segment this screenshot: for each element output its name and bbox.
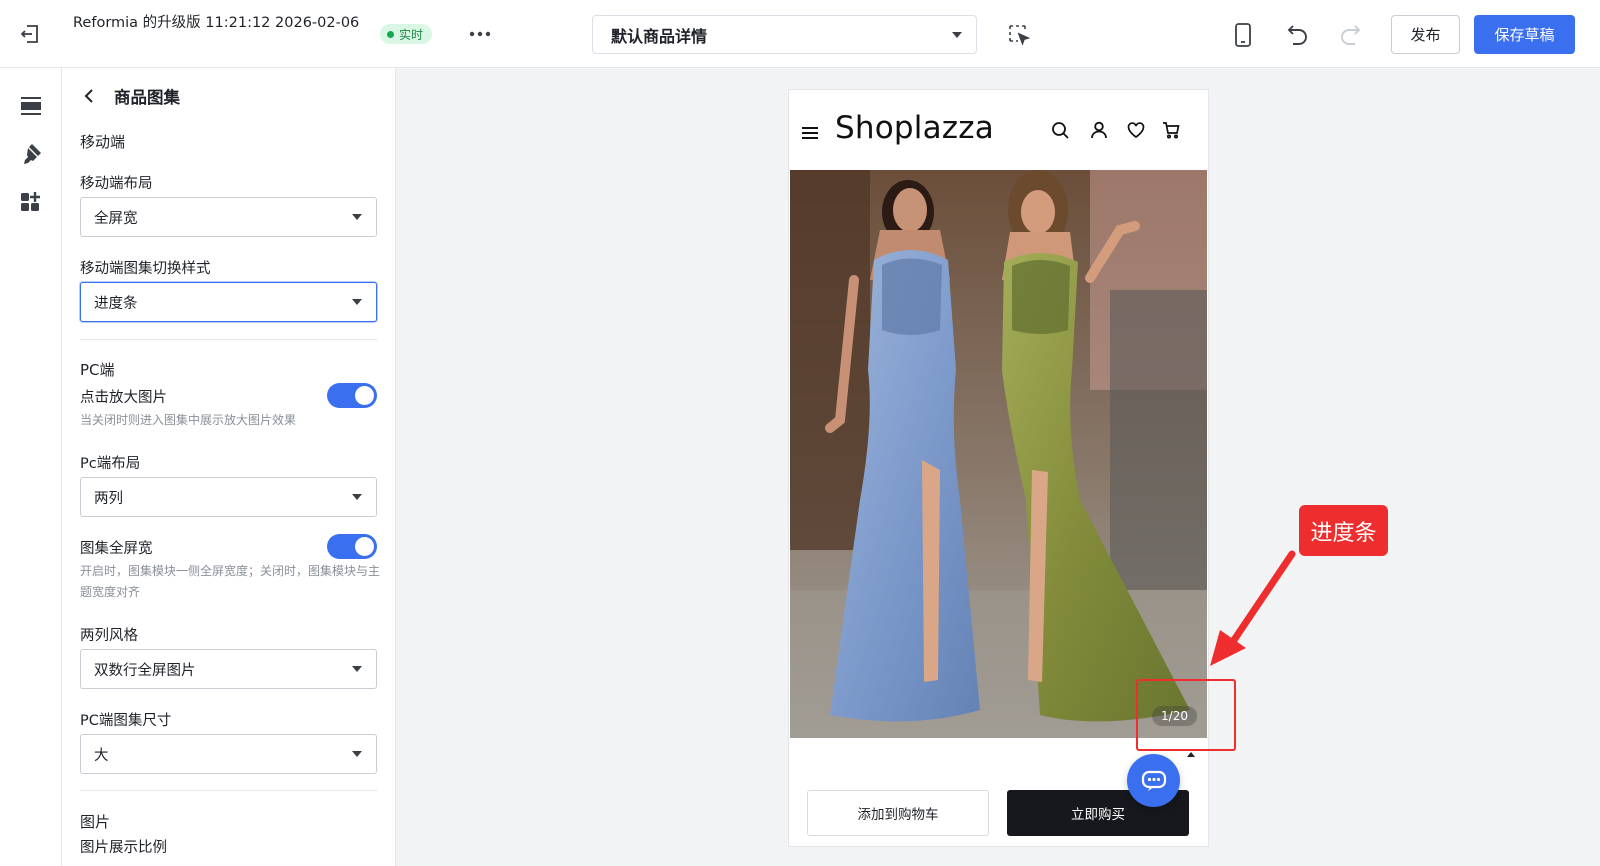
mobile-layout-value: 全屏宽 <box>94 210 138 227</box>
two-column-style-label: 两列风格 <box>80 628 138 644</box>
section-divider <box>80 339 377 340</box>
pc-gallery-size-label: PC端图集尺寸 <box>80 713 172 729</box>
save-draft-button[interactable]: 保存草稿 <box>1474 15 1575 54</box>
zoom-image-hint: 当关闭时则进入图集中展示放大图片效果 <box>80 413 297 427</box>
search-icon[interactable] <box>1050 120 1070 140</box>
theme-title: Reformia 的升级版 11:21:12 2026-02-06 <box>73 15 360 31</box>
element-select-icon[interactable] <box>1007 23 1031 47</box>
mobile-switch-style-value: 进度条 <box>94 295 138 312</box>
store-logo[interactable]: Shoplazza <box>835 110 994 146</box>
editor-icon-rail <box>0 68 62 866</box>
wishlist-heart-icon[interactable] <box>1126 120 1146 140</box>
annotation-highlight-box <box>1136 679 1236 751</box>
settings-panel: 商品图集 移动端 移动端布局 全屏宽 移动端图集切换样式 进度条 PC端 点击放… <box>62 68 396 866</box>
live-dot-icon <box>387 30 394 38</box>
chevron-down-icon <box>352 666 362 672</box>
more-options-icon[interactable] <box>467 22 493 46</box>
product-photo <box>790 170 1207 738</box>
zoom-image-toggle[interactable] <box>327 383 377 408</box>
apps-plugin-icon[interactable] <box>19 190 43 214</box>
scroll-top-icon[interactable] <box>1187 752 1195 757</box>
two-column-style-value: 双数行全屏图片 <box>94 662 196 679</box>
chevron-down-icon <box>352 494 362 500</box>
exit-editor-icon[interactable] <box>18 22 42 46</box>
mobile-device-icon[interactable] <box>1231 22 1255 48</box>
redo-icon[interactable] <box>1338 22 1364 48</box>
annotation-arrow-icon <box>1210 550 1296 666</box>
store-header: Shoplazza <box>789 90 1208 170</box>
two-column-style-select[interactable]: 双数行全屏图片 <box>80 649 377 689</box>
add-to-cart-button[interactable]: 添加到购物车 <box>807 790 989 836</box>
chevron-down-icon <box>352 214 362 220</box>
mobile-section-title: 移动端 <box>80 133 126 151</box>
pc-layout-label: Pc端布局 <box>80 456 141 472</box>
theme-style-brush-icon[interactable] <box>19 142 43 166</box>
undo-icon[interactable] <box>1284 22 1310 48</box>
chevron-down-icon <box>952 31 962 38</box>
pc-gallery-size-value: 大 <box>94 747 109 764</box>
page-template-select[interactable]: 默认商品详情 <box>592 15 977 54</box>
panel-header: 商品图集 <box>80 84 180 108</box>
pc-gallery-size-select[interactable]: 大 <box>80 734 377 774</box>
sections-icon[interactable] <box>19 94 43 118</box>
mobile-layout-label: 移动端布局 <box>80 176 153 192</box>
chevron-down-icon <box>352 299 362 305</box>
image-section-title: 图片 <box>80 813 111 831</box>
menu-icon[interactable] <box>802 124 818 139</box>
page-template-value: 默认商品详情 <box>611 26 708 46</box>
live-status-badge: 实时 <box>380 24 433 44</box>
toggle-knob <box>355 537 374 556</box>
gallery-fullwidth-toggle[interactable] <box>327 534 377 559</box>
product-gallery-image[interactable]: 1/20 <box>790 170 1207 738</box>
panel-title: 商品图集 <box>114 88 180 107</box>
section-divider <box>80 790 377 791</box>
chat-icon[interactable] <box>1127 754 1180 807</box>
annotation-label: 进度条 <box>1299 505 1388 556</box>
image-ratio-label: 图片展示比例 <box>80 840 167 856</box>
gallery-fullwidth-label: 图集全屏宽 <box>80 541 153 557</box>
publish-button[interactable]: 发布 <box>1391 15 1460 54</box>
account-icon[interactable] <box>1089 120 1109 140</box>
chevron-down-icon <box>352 751 362 757</box>
mobile-switch-style-label: 移动端图集切换样式 <box>80 261 211 277</box>
toggle-knob <box>355 386 374 405</box>
pc-layout-value: 两列 <box>94 490 123 507</box>
live-badge-label: 实时 <box>399 27 424 42</box>
mobile-layout-select[interactable]: 全屏宽 <box>80 197 377 237</box>
zoom-image-label: 点击放大图片 <box>80 390 167 406</box>
mobile-switch-style-select[interactable]: 进度条 <box>80 282 377 322</box>
pc-layout-select[interactable]: 两列 <box>80 477 377 517</box>
pc-section-title: PC端 <box>80 361 115 379</box>
cart-icon[interactable] <box>1161 120 1181 140</box>
gallery-fullwidth-hint: 开启时，图集模块一侧全屏宽度；关闭时，图集模块与主题宽度对齐 <box>80 564 381 599</box>
top-bar: Reformia 的升级版 11:21:12 2026-02-06 实时 默认商… <box>0 0 1600 68</box>
back-arrow-icon[interactable] <box>80 86 100 106</box>
